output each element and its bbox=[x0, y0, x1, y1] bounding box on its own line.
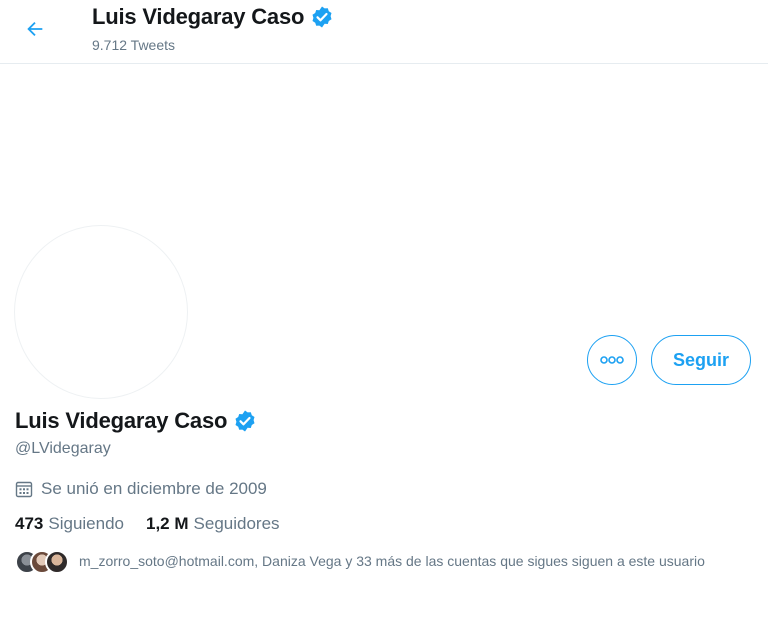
following-link[interactable]: 473 Siguiendo bbox=[15, 514, 124, 534]
mini-avatar bbox=[45, 550, 69, 574]
followers-link[interactable]: 1,2 M Seguidores bbox=[146, 514, 280, 534]
profile-handle: @LVidegaray bbox=[15, 440, 111, 457]
header-title: Luis Videgaray Caso bbox=[92, 4, 334, 30]
profile-avatar[interactable] bbox=[14, 225, 188, 399]
join-date: Se unió en diciembre de 2009 bbox=[15, 479, 267, 499]
verified-badge-icon bbox=[312, 6, 332, 28]
more-options-button[interactable] bbox=[587, 335, 637, 385]
followers-you-know[interactable]: m_zorro_soto@hotmail.com, Daniza Vega y … bbox=[15, 550, 755, 574]
followed-by-text: m_zorro_soto@hotmail.com, Daniza Vega y … bbox=[79, 553, 705, 569]
followers-label: Seguidores bbox=[193, 514, 280, 533]
following-label: Siguiendo bbox=[48, 514, 124, 533]
more-dots-icon bbox=[600, 356, 624, 364]
profile-stats: 473 Siguiendo 1,2 M Seguidores bbox=[15, 514, 280, 534]
following-count: 473 bbox=[15, 514, 44, 533]
back-button[interactable] bbox=[18, 12, 52, 46]
followers-count: 1,2 M bbox=[146, 514, 189, 533]
join-date-text: Se unió en diciembre de 2009 bbox=[41, 479, 267, 498]
follow-button[interactable]: Seguir bbox=[651, 335, 751, 385]
profile-name-text: Luis Videgaray Caso bbox=[15, 408, 228, 433]
header-name-text: Luis Videgaray Caso bbox=[92, 4, 305, 29]
calendar-icon bbox=[15, 481, 33, 498]
tweet-count: 9.712 Tweets bbox=[92, 37, 176, 53]
arrow-left-icon bbox=[27, 21, 43, 37]
profile-name: Luis Videgaray Caso bbox=[15, 408, 257, 434]
mini-avatar-stack bbox=[15, 550, 73, 574]
verified-badge-icon bbox=[235, 410, 255, 432]
profile-header: Luis Videgaray Caso 9.712 Tweets bbox=[0, 0, 768, 64]
